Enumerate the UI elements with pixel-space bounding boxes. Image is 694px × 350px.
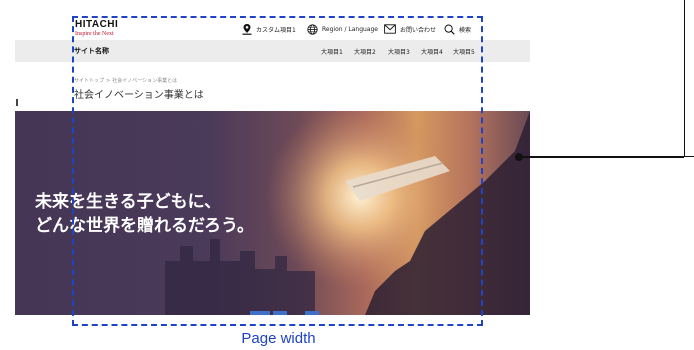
page-width-guide [72,16,483,326]
edge-marker [16,99,18,106]
callout-bracket [684,0,694,157]
page-width-label: Page width [241,330,316,347]
callout-leader-line [522,156,684,158]
